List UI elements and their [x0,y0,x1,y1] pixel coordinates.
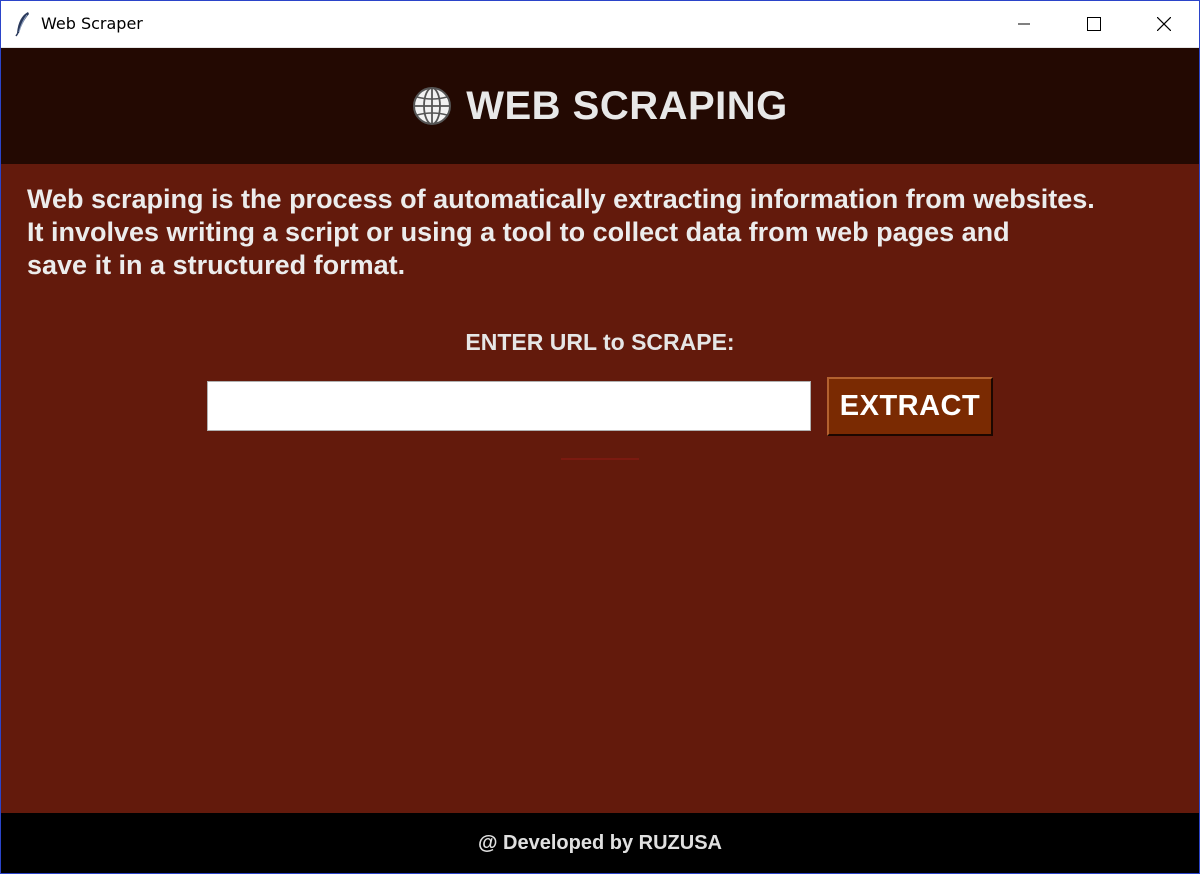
window-title: Web Scraper [41,14,143,33]
minimize-button[interactable] [989,1,1059,47]
globe-icon [413,87,452,125]
maximize-icon [1087,17,1101,31]
page-title: WEB SCRAPING [466,83,788,128]
url-label: ENTER URL to SCRAPE: [465,329,735,355]
footer: @ Developed by RUZUSA [1,813,1199,873]
status-indicator [561,458,639,460]
description-line: save it in a structured format. [27,250,406,280]
maximize-button[interactable] [1059,1,1129,47]
header-title-group: WEB SCRAPING [412,84,788,129]
app-window: Web Scraper WEB SCRAPING Web scraping is… [0,0,1200,874]
description-text: Web scraping is the process of automatic… [27,183,1187,282]
feather-icon [15,12,29,37]
description-line: Web scraping is the process of automatic… [27,184,1095,214]
footer-credit: @ Developed by RUZUSA [478,831,722,854]
url-input[interactable] [207,381,811,431]
close-button[interactable] [1129,1,1199,47]
minimize-icon [1018,23,1030,25]
title-bar[interactable]: Web Scraper [1,1,1199,48]
description-line: It involves writing a script or using a … [27,217,1010,247]
header-banner: WEB SCRAPING [1,48,1199,164]
extract-button[interactable]: EXTRACT [827,377,993,436]
close-icon [1157,17,1171,31]
